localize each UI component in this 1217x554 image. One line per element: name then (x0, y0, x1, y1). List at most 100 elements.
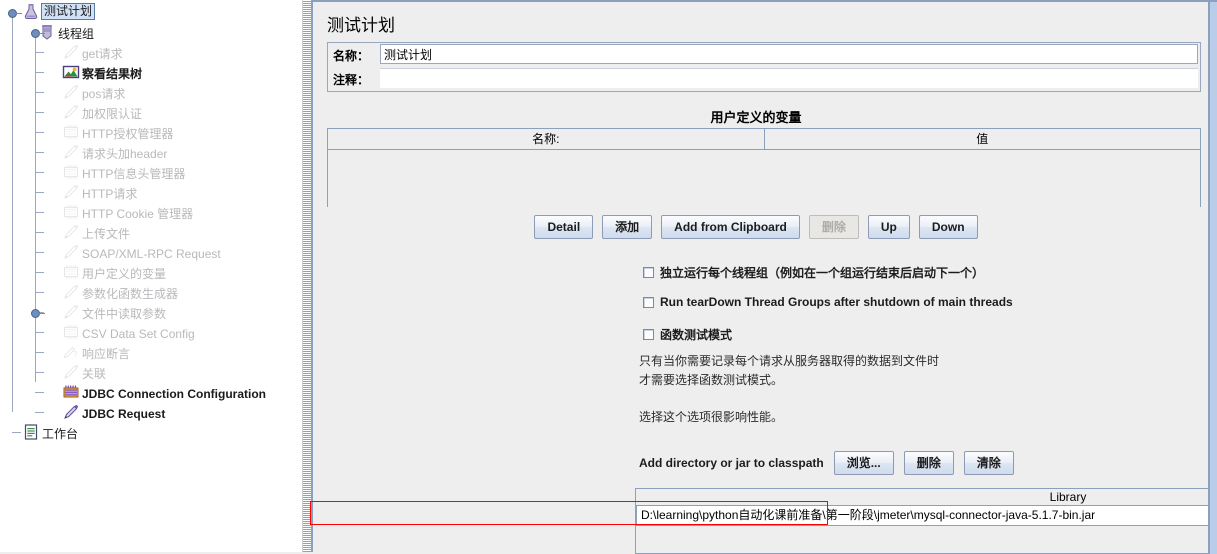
tree-item-label: 用户定义的变量 (82, 267, 167, 281)
tree-item-19[interactable]: JDBC Connection Configuration (0, 382, 302, 402)
tree-item-label: 关联 (82, 367, 107, 381)
tree-item-3[interactable]: 察看结果树 (0, 62, 302, 82)
add-button[interactable]: 添加 (602, 215, 653, 239)
tree-connector (35, 332, 44, 333)
jdbc-request-icon (62, 403, 80, 421)
thread-group-icon (38, 23, 56, 41)
note-line-3: 选择这个选项很影响性能。 (639, 410, 784, 424)
checkbox-icon[interactable] (643, 267, 654, 278)
tree-item-14[interactable]: 参数化函数生成器 (0, 282, 302, 302)
checkbox-label: 函数测试模式 (660, 328, 733, 342)
detail-button[interactable]: Detail (534, 215, 594, 239)
view-results-tree-icon (62, 63, 80, 81)
note-line-2: 才需要选择函数测试模式。 (639, 373, 784, 387)
tree-item-label: 参数化函数生成器 (82, 287, 179, 301)
tree-item-8[interactable]: HTTP信息头管理器 (0, 162, 302, 182)
config-element-icon (62, 123, 80, 141)
name-row: 名称： (328, 43, 1200, 67)
variables-column-header: 值 (764, 129, 1200, 149)
variables-column-header: 名称: (328, 129, 765, 149)
tree-item-10[interactable]: HTTP Cookie 管理器 (0, 202, 302, 222)
tree-item-7[interactable]: 请求头加header (0, 142, 302, 162)
tree-item-4[interactable]: pos请求 (0, 82, 302, 102)
sampler-icon (62, 303, 80, 321)
name-input[interactable] (380, 44, 1198, 64)
tree-item-0[interactable]: 测试计划 (0, 2, 302, 22)
name-label: 名称： (333, 49, 370, 63)
up-button[interactable]: Up (867, 215, 910, 239)
classpath-row: Add directory or jar to classpath 浏览... … (639, 451, 1014, 475)
checkbox-icon[interactable] (643, 329, 654, 340)
tree-item-2[interactable]: get请求 (0, 42, 302, 62)
tree-item-18[interactable]: 关联 (0, 362, 302, 382)
tree-item-13[interactable]: 用户定义的变量 (0, 262, 302, 282)
note-line-1: 只有当你需要记录每个请求从服务器取得的数据到文件时 (639, 354, 940, 368)
delete-button: 删除 (808, 215, 859, 239)
tree-connector (35, 72, 44, 73)
tree-connector (35, 152, 44, 153)
comment-input[interactable] (380, 68, 1198, 88)
comment-label: 注释： (333, 73, 370, 87)
tree-item-label: HTTP请求 (82, 187, 138, 201)
tree-item-5[interactable]: 加权限认证 (0, 102, 302, 122)
svg-text:?: ? (73, 350, 78, 359)
tree-connector (35, 92, 44, 93)
page-title: 测试计划 (327, 16, 395, 35)
tree-connector (35, 392, 44, 393)
tree-item-11[interactable]: 上传文件 (0, 222, 302, 242)
tree-item-label: 请求头加header (82, 147, 168, 161)
tree-item-6[interactable]: HTTP授权管理器 (0, 122, 302, 142)
tree-connector (12, 12, 13, 412)
tree-item-label: 线程组 (58, 27, 95, 41)
checkbox-label: Run tearDown Thread Groups after shutdow… (660, 295, 1013, 309)
tree-connector (35, 292, 44, 293)
tree-item-label: 测试计划 (41, 3, 96, 20)
classpath-delete-button[interactable]: 删除 (903, 451, 954, 475)
library-row-cell[interactable]: D:\learning\python自动化课前准备\第一阶段\jmeter\my… (636, 505, 1217, 526)
tree-item-9[interactable]: HTTP请求 (0, 182, 302, 202)
sampler-icon (62, 143, 80, 161)
tree-item-15[interactable]: 文件中读取参数 (0, 302, 302, 322)
tree-connector (35, 30, 36, 382)
checkbox-icon[interactable] (643, 296, 654, 308)
tree-item-16[interactable]: CSV Data Set Config (0, 322, 302, 342)
checkbox-row-1[interactable]: Run tearDown Thread Groups after shutdow… (643, 295, 1013, 309)
tree-connector (35, 132, 44, 133)
tree-item-21[interactable]: 工作台 (0, 422, 302, 442)
tree-item-label: pos请求 (82, 87, 126, 101)
tree-item-20[interactable]: JDBC Request (0, 402, 302, 422)
library-column-header: Library (636, 489, 1217, 506)
tree-item-label: 工作台 (42, 427, 79, 441)
checkbox-row-2[interactable]: 函数测试模式 (643, 326, 732, 343)
variables-table-body[interactable] (328, 150, 1200, 207)
name-comment-box: 名称： 注释： (327, 42, 1201, 92)
add-from-clipboard-button[interactable]: Add from Clipboard (661, 215, 800, 239)
tree-item-label: 上传文件 (82, 227, 131, 241)
tree-item-17[interactable]: ? 响应断言 (0, 342, 302, 362)
variables-table-header: 名称: 值 (328, 129, 1200, 150)
tree-item-label: 响应断言 (82, 347, 131, 361)
tree-item-label: 察看结果树 (82, 67, 143, 81)
tree-connector (39, 313, 45, 314)
jdbc-config-icon (62, 383, 80, 401)
library-table[interactable]: Library D:\learning\python自动化课前准备\第一阶段\j… (635, 488, 1217, 554)
tree-connector (35, 112, 44, 113)
tree-item-12[interactable]: SOAP/XML-RPC Request (0, 242, 302, 262)
classpath-clear-button[interactable]: 清除 (963, 451, 1014, 475)
test-plan-tree[interactable]: 测试计划线程组 get请求察看结果树 pos请求 加权限认证 HTTP授权管理器请求头加… (0, 0, 302, 552)
window-right-edge (1210, 2, 1217, 554)
checkbox-row-0[interactable]: 独立运行每个线程组（例如在一个组运行结束后启动下一个） (643, 264, 984, 281)
down-button[interactable]: Down (918, 215, 978, 239)
tree-connector (35, 232, 44, 233)
tree-connector (16, 13, 22, 14)
tree-connector (35, 212, 44, 213)
user-defined-variables-table[interactable]: 名称: 值 (327, 128, 1201, 207)
tree-item-1[interactable]: 线程组 (0, 22, 302, 42)
config-element-icon (62, 263, 80, 281)
browse-button[interactable]: 浏览... (833, 451, 894, 475)
tree-item-label: CSV Data Set Config (82, 327, 195, 341)
variables-button-row: Detail 添加 Add from Clipboard 删除 Up Down (313, 215, 1199, 239)
tree-item-label: HTTP信息头管理器 (82, 167, 186, 181)
tree-connector (12, 432, 21, 433)
tree-connector (35, 352, 44, 353)
